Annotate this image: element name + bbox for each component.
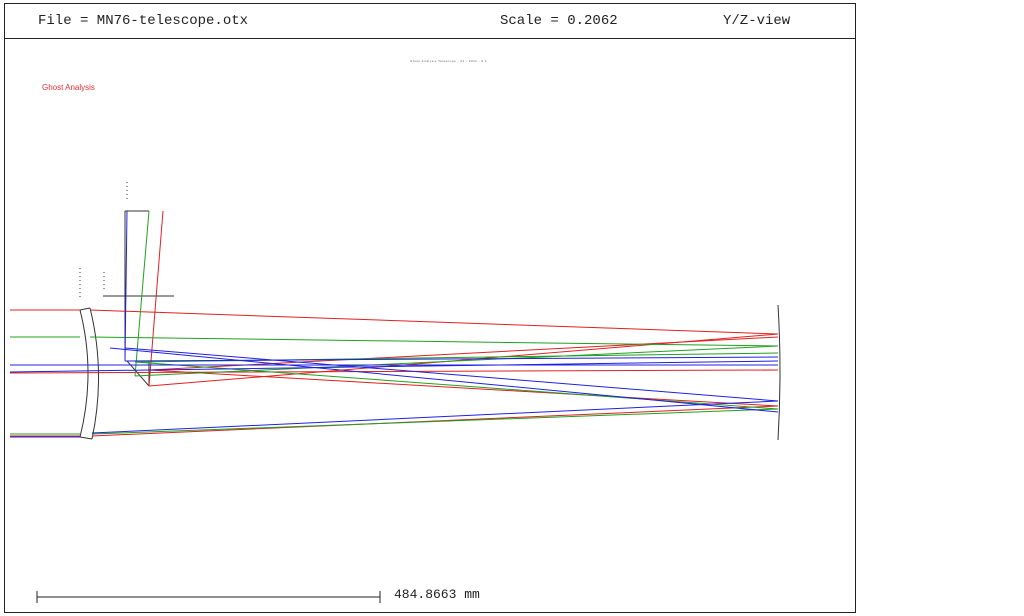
corrector-lens-back [89, 307, 99, 440]
scale-bar [36, 591, 381, 603]
primary-mirror [777, 304, 781, 441]
corrector-lens [79, 309, 89, 438]
ray-trace-diagram [9, 182, 781, 603]
scale-bar-label: 484.8663 mm [394, 587, 480, 602]
